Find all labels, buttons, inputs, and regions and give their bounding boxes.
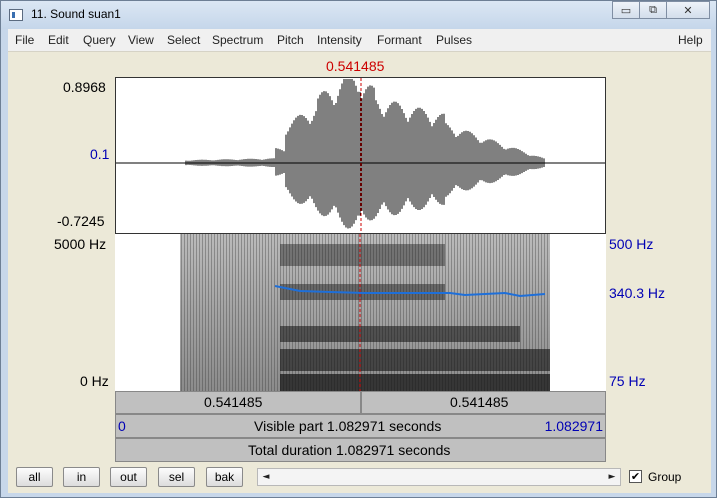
out-button[interactable]: out	[110, 467, 147, 487]
menu-view[interactable]: View	[128, 33, 154, 47]
menu-pulses[interactable]: Pulses	[436, 33, 472, 47]
pitch-min-label: 75 Hz	[609, 373, 646, 389]
waveform-y-min: -0.7245	[57, 213, 105, 229]
bak-button[interactable]: bak	[206, 467, 243, 487]
in-button[interactable]: in	[63, 467, 100, 487]
maximize-icon[interactable]: ⧉	[639, 1, 667, 19]
all-button[interactable]: all	[16, 467, 53, 487]
menu-file[interactable]: File	[15, 33, 34, 47]
menu-help[interactable]: Help	[678, 33, 703, 47]
spectrogram-f-min: 0 Hz	[80, 373, 109, 389]
waveform-y-max: 0.8968	[63, 79, 106, 95]
scroll-left-arrow-icon[interactable]: ◄	[258, 469, 274, 485]
scroll-right-arrow-icon[interactable]: ►	[604, 469, 620, 485]
menu-spectrum[interactable]: Spectrum	[212, 33, 263, 47]
segment-left-bar[interactable]: 0.541485	[115, 391, 361, 414]
segment-left-duration: 0.541485	[204, 394, 263, 410]
group-label: Group	[648, 470, 682, 484]
visible-part-bar[interactable]: 0 Visible part 1.082971 seconds 1.082971	[115, 414, 606, 438]
visible-end: 1.082971	[544, 418, 603, 434]
window-title: 11. Sound suan1	[31, 7, 121, 21]
menu-bar: File Edit Query View Select Spectrum Pit…	[8, 29, 711, 52]
visible-part-text: Visible part 1.082971 seconds	[254, 418, 442, 434]
close-icon[interactable]: ✕	[666, 1, 710, 19]
minimize-icon[interactable]: ▭	[612, 1, 640, 19]
horizontal-scrollbar[interactable]: ◄ ►	[257, 468, 621, 486]
menu-pitch[interactable]: Pitch	[277, 33, 304, 47]
praat-sound-window: 11. Sound suan1 ▭ ⧉ ✕ File Edit Query Vi…	[0, 0, 717, 498]
waveform-panel[interactable]	[115, 77, 606, 234]
sel-button[interactable]: sel	[158, 467, 195, 487]
title-bar: 11. Sound suan1 ▭ ⧉ ✕	[1, 1, 716, 29]
menu-edit[interactable]: Edit	[48, 33, 69, 47]
menu-intensity[interactable]: Intensity	[317, 33, 362, 47]
menu-formant[interactable]: Formant	[377, 33, 422, 47]
total-duration-text: Total duration 1.082971 seconds	[248, 442, 451, 458]
menu-select[interactable]: Select	[167, 33, 200, 47]
segment-right-duration: 0.541485	[450, 394, 509, 410]
pitch-max-label: 500 Hz	[609, 236, 654, 252]
editor-client-area: File Edit Query View Select Spectrum Pit…	[8, 29, 711, 493]
waveform-y-mid: 0.1	[90, 146, 110, 162]
cursor-time-label: 0.541485	[326, 58, 385, 74]
total-duration-bar[interactable]: Total duration 1.082971 seconds	[115, 438, 606, 462]
menu-query[interactable]: Query	[83, 33, 116, 47]
visible-start: 0	[118, 418, 126, 434]
segment-right-bar[interactable]: 0.541485	[361, 391, 606, 414]
group-checkbox[interactable]: ✔	[629, 470, 642, 483]
waveform-plot	[116, 78, 605, 233]
spectrogram-f-max: 5000 Hz	[54, 236, 107, 252]
pitch-current-label: 340.3 Hz	[609, 285, 666, 301]
app-icon	[9, 9, 23, 21]
spectrogram-panel[interactable]	[115, 234, 606, 391]
spectrogram-plot	[180, 234, 550, 391]
window-controls: ▭ ⧉ ✕	[612, 1, 710, 21]
